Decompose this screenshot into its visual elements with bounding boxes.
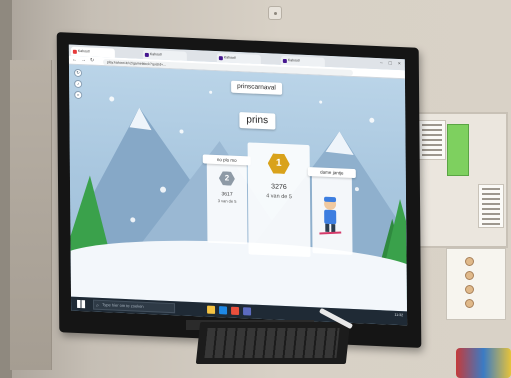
back-icon[interactable]: ← <box>72 57 77 64</box>
kahoot-game-page: ↻ ♪ » prinscarnaval prins no plo mo 2 36… <box>68 64 407 312</box>
snowflake <box>319 100 323 104</box>
interactive-display: Kahoot! Kahoot! Kahoot! Kahoot! – □ × ← … <box>56 32 422 348</box>
player-score: 3276 <box>271 183 287 192</box>
snowflake <box>109 96 115 102</box>
kahoot-favicon-icon <box>282 58 287 63</box>
kahoot-favicon-icon <box>72 49 77 54</box>
chrome-icon[interactable] <box>231 306 240 316</box>
snowflake <box>160 186 167 193</box>
sound-icon[interactable]: ♪ <box>74 79 83 89</box>
wall-panel <box>10 60 52 370</box>
kahoot-favicon-icon <box>144 52 149 57</box>
kahoot-favicon-icon <box>218 55 223 60</box>
display-screen: Kahoot! Kahoot! Kahoot! Kahoot! – □ × ← … <box>68 44 408 326</box>
snowflake <box>369 117 375 123</box>
snowflake <box>354 187 359 192</box>
taskbar-search-input[interactable]: ⌕ Type hier om te zoeken <box>93 299 176 314</box>
skip-icon[interactable]: » <box>74 90 83 100</box>
refresh-icon[interactable]: ↻ <box>74 68 83 78</box>
green-card <box>447 124 469 176</box>
question-title: prinscarnaval <box>231 80 282 95</box>
app-icon[interactable] <box>243 307 252 316</box>
podium-first: 1 3276 4 van de 5 <box>247 142 311 258</box>
keyboard <box>195 322 351 364</box>
player-correct-count: 3 van de 5 <box>217 198 237 204</box>
edge-icon[interactable] <box>219 306 228 315</box>
player-name: no plo mo <box>202 154 251 166</box>
rank-badge: 1 <box>268 153 290 174</box>
file-explorer-icon[interactable] <box>207 305 216 314</box>
reload-icon[interactable]: ↻ <box>90 57 94 64</box>
side-controls: ↻ ♪ » <box>74 68 83 102</box>
podium-second: no plo mo 2 3617 3 van de 5 <box>202 154 251 245</box>
forward-icon[interactable]: → <box>81 57 86 64</box>
faces-sheet <box>446 248 506 320</box>
notice-paper <box>418 120 446 160</box>
rank-badge: 2 <box>219 171 235 186</box>
player-correct-count: 4 van de 5 <box>266 193 292 201</box>
player-avatar-character <box>319 196 342 235</box>
snowflake <box>209 90 213 94</box>
notice-paper <box>478 184 504 228</box>
windows-start-icon[interactable] <box>77 299 86 309</box>
maximize-icon[interactable]: □ <box>389 61 392 67</box>
system-tray-clock[interactable]: 11:32 <box>395 313 404 318</box>
close-icon[interactable]: × <box>398 61 401 67</box>
desk-toy <box>456 348 511 378</box>
snowflake <box>130 217 136 223</box>
minimize-icon[interactable]: – <box>380 60 383 66</box>
player-name: dame jantje <box>307 167 356 179</box>
wall-outlet <box>268 6 282 20</box>
search-icon: ⌕ <box>96 302 99 309</box>
correct-answer: prins <box>239 112 276 130</box>
snowflake <box>179 129 184 134</box>
